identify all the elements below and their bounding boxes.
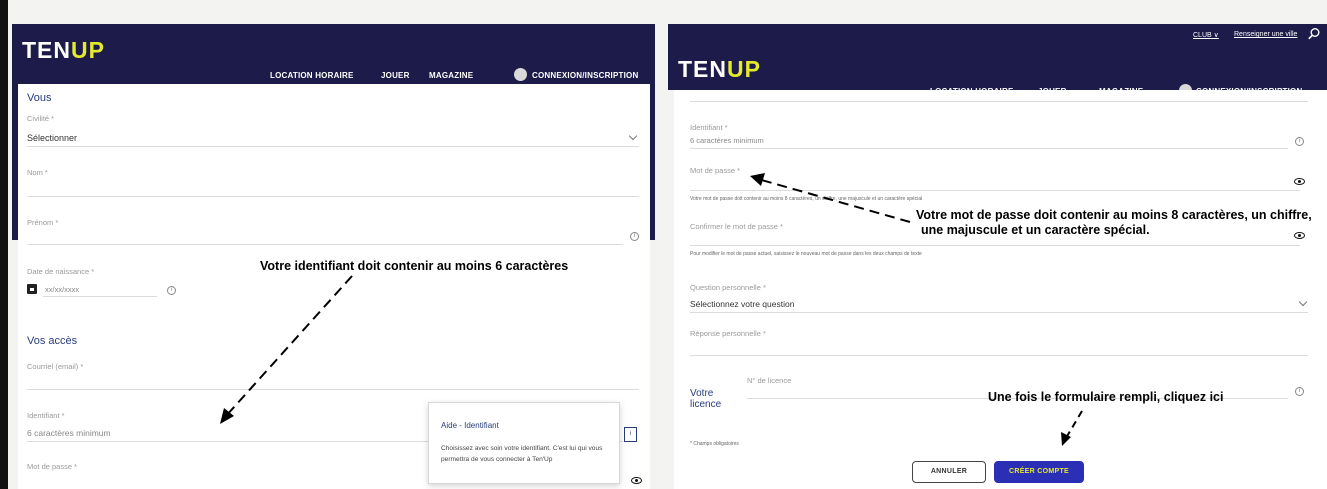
firstname-input[interactable]: [27, 244, 623, 245]
club-selector[interactable]: CLUB ∨: [1193, 31, 1219, 39]
right-registration-panel: CLUB ∨ Renseigner une ville TENUP LOCATI…: [668, 24, 1327, 489]
identifier-info-button[interactable]: i: [624, 427, 637, 442]
site-header: TENUP LOCATION HORAIRE JOUER MAGAZINE CO…: [668, 46, 1327, 97]
left-registration-panel: TENUP LOCATION HORAIRE JOUER MAGAZINE CO…: [12, 24, 655, 489]
info-icon[interactable]: i: [1295, 387, 1304, 396]
top-utility-bar: CLUB ∨ Renseigner une ville: [668, 24, 1327, 46]
annotation-identifier: Votre identifiant doit contenir au moins…: [260, 259, 569, 273]
birthdate-underline: [43, 296, 157, 297]
licence-label: N° de licence: [747, 376, 792, 385]
info-icon[interactable]: i: [167, 286, 176, 295]
tenup-logo[interactable]: TENUP: [22, 37, 105, 64]
name-label: Nom *: [27, 168, 48, 177]
question-label: Question personnelle *: [690, 283, 766, 292]
password-hint: Votre mot de passe doit contenir au moin…: [690, 196, 923, 202]
question-select[interactable]: Sélectionnez votre question: [690, 299, 794, 309]
password-label: Mot de passe *: [690, 166, 741, 175]
question-underline: [690, 312, 1308, 313]
password-input[interactable]: [690, 190, 1300, 191]
password-label: Mot de passe *: [27, 462, 78, 471]
info-icon[interactable]: i: [1295, 137, 1304, 146]
identifier-input[interactable]: 6 caractères minimum: [690, 136, 764, 145]
civility-select[interactable]: Sélectionner: [27, 133, 77, 143]
identifier-help-tooltip: Aide - Identifiant Choisissez avec soin …: [428, 402, 620, 484]
confirm-password-hint: Pour modifier le mot de passe actuel, sa…: [690, 251, 922, 257]
city-search-input[interactable]: Renseigner une ville: [1234, 31, 1297, 38]
left-edge-bar: [0, 0, 8, 489]
tenup-logo[interactable]: TENUP: [678, 56, 761, 83]
required-fields-note: * Champs obligatoires: [690, 441, 739, 447]
confirm-password-label: Confirmer le mot de passe *: [690, 222, 783, 231]
answer-input[interactable]: [690, 355, 1308, 356]
eye-icon[interactable]: [1294, 232, 1305, 239]
section-title-you: Vous: [27, 92, 52, 104]
eye-icon[interactable]: [1294, 178, 1305, 185]
create-account-button[interactable]: CRÉER COMPTE: [994, 461, 1084, 483]
identifier-label: Identifiant *: [690, 123, 728, 132]
user-avatar-icon: [514, 68, 527, 81]
annotation-password-line-1: Votre mot de passe doit contenir au moin…: [916, 208, 1312, 222]
cancel-button[interactable]: ANNULER: [912, 461, 986, 483]
site-header: TENUP LOCATION HORAIRE JOUER MAGAZINE CO…: [12, 24, 655, 81]
chevron-down-icon: [628, 131, 638, 141]
eye-icon[interactable]: [631, 477, 642, 484]
calendar-icon[interactable]: [27, 284, 37, 294]
annotation-password-line-2: une majuscule et un caractère spécial.: [921, 223, 1150, 237]
identifier-label: Identifiant *: [27, 411, 65, 420]
civility-underline: [27, 146, 639, 147]
chevron-down-icon: [1298, 297, 1308, 307]
civility-label: Civilité *: [27, 114, 55, 123]
nav-location-horaire[interactable]: LOCATION HORAIRE: [270, 71, 354, 80]
section-divider: [690, 101, 1308, 102]
identifier-input[interactable]: 6 caractères minimum: [27, 428, 111, 438]
registration-form-continued: Identifiant * 6 caractères minimum i Mot…: [674, 90, 1327, 489]
tooltip-title: Aide - Identifiant: [441, 421, 499, 430]
email-input[interactable]: [27, 389, 639, 390]
nav-magazine[interactable]: MAGAZINE: [429, 71, 473, 80]
name-input[interactable]: [27, 196, 639, 197]
annotation-submit: Une fois le formulaire rempli, cliquez i…: [988, 390, 1224, 404]
firstname-label: Prénom *: [27, 218, 59, 227]
email-label: Courriel (email) *: [27, 362, 84, 371]
answer-label: Réponse personnelle *: [690, 329, 766, 338]
licence-section-title: Votre licence: [690, 388, 722, 410]
nav-login[interactable]: CONNEXION/INSCRIPTION: [532, 71, 638, 80]
search-icon[interactable]: [1307, 27, 1321, 41]
tooltip-body: Choisissez avec soin votre identifiant. …: [441, 445, 603, 463]
identifier-underline: [690, 148, 1288, 149]
confirm-password-input[interactable]: [690, 245, 1300, 246]
nav-jouer[interactable]: JOUER: [381, 71, 410, 80]
birthdate-label: Date de naissance *: [27, 267, 95, 276]
screenshot-stage: TENUP LOCATION HORAIRE JOUER MAGAZINE CO…: [0, 0, 1327, 489]
section-title-access: Vos accès: [27, 335, 78, 347]
info-icon[interactable]: i: [630, 232, 639, 241]
birthdate-input[interactable]: xx/xx/xxxx: [45, 285, 79, 294]
